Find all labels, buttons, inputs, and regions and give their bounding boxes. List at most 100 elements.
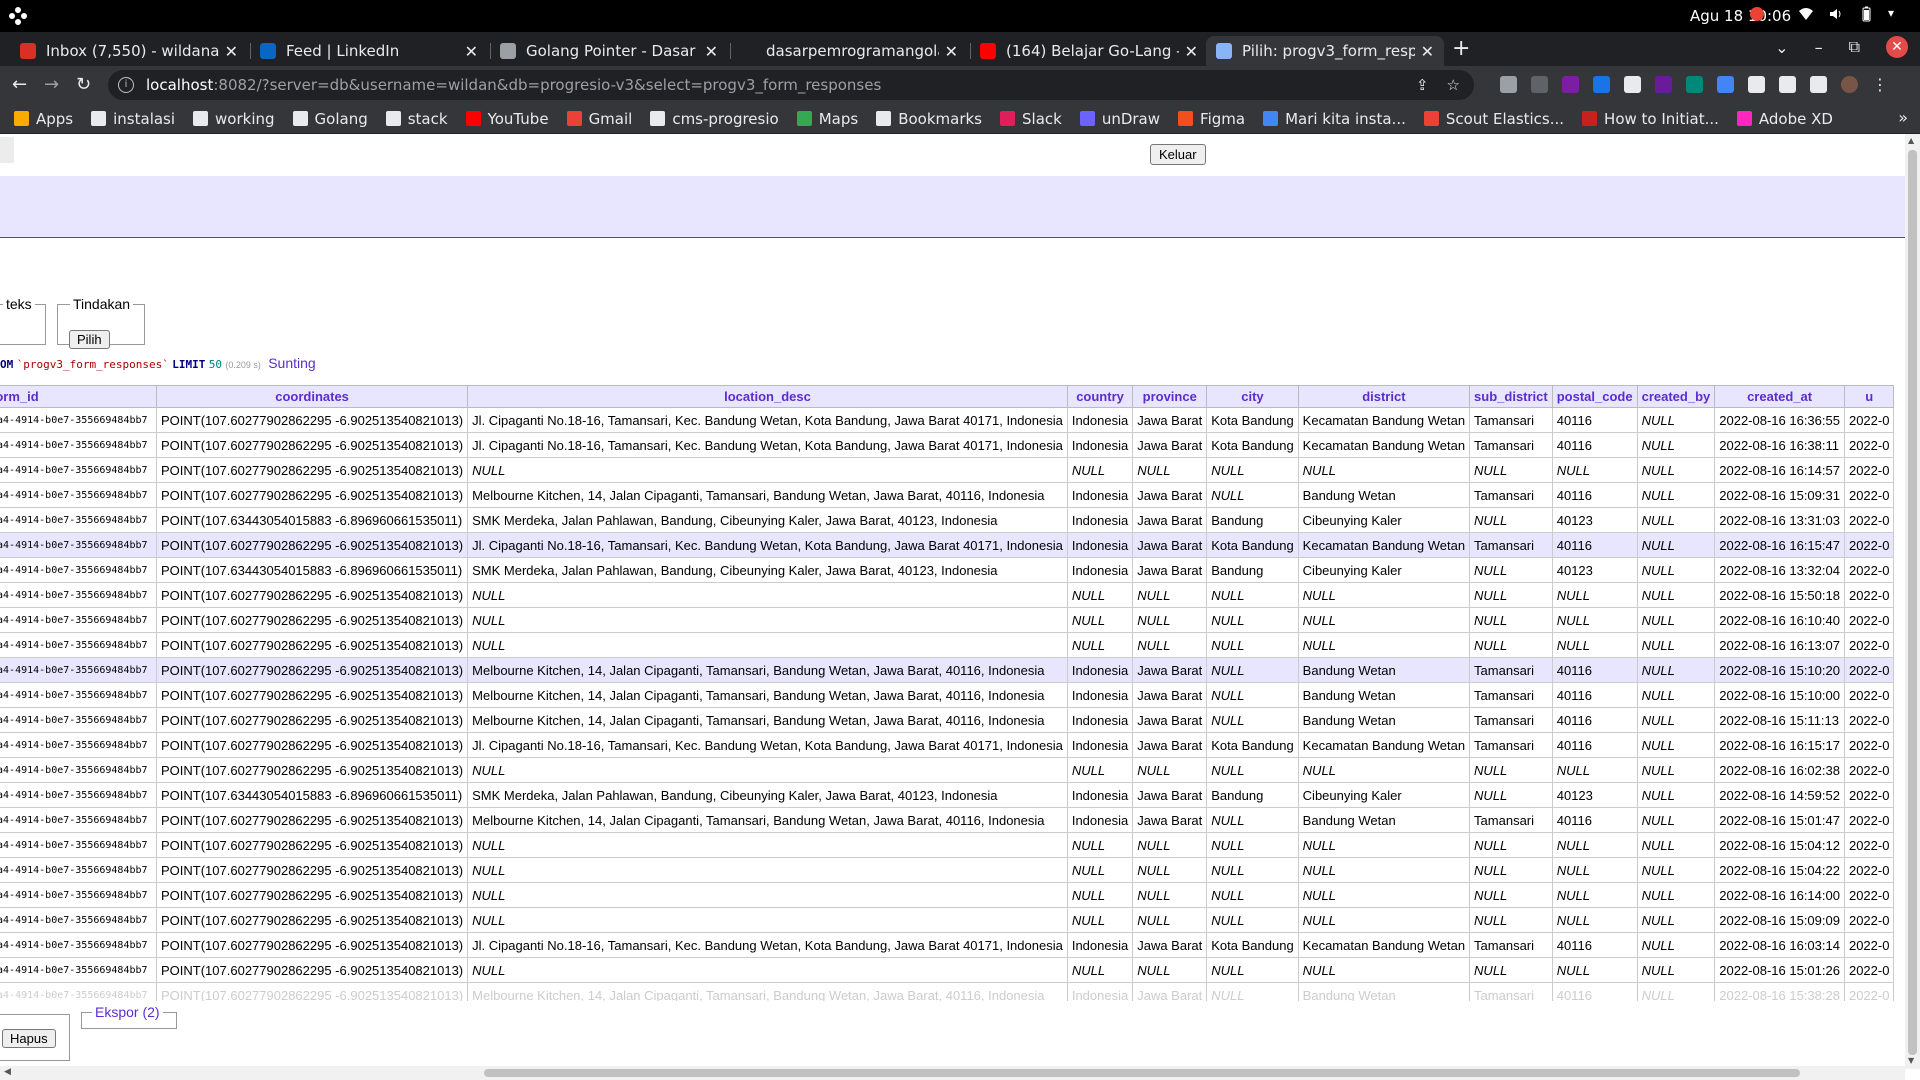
table-cell[interactable]: POINT(107.60277902862295 -6.902513540821…	[155, 707, 469, 733]
table-cell[interactable]: 2022-08-16 15:04:22	[1714, 857, 1845, 883]
table-cell[interactable]: 40116	[1551, 732, 1638, 758]
bookmark-item[interactable]: Adobe XD	[1736, 110, 1833, 128]
table-cell[interactable]: POINT(107.60277902862295 -6.902513540821…	[155, 682, 469, 708]
table-cell[interactable]: NULL	[1206, 857, 1299, 883]
table-cell[interactable]: NULL	[1469, 507, 1553, 533]
table-cell[interactable]: Kota Bandung	[1206, 532, 1299, 558]
table-cell[interactable]: SMK Merdeka, Jalan Pahlawan, Bandung, Ci…	[467, 557, 1068, 583]
table-cell[interactable]: Jawa Barat	[1132, 507, 1208, 533]
table-cell[interactable]: NULL	[1132, 582, 1208, 608]
table-cell[interactable]: 2022-0	[1843, 607, 1895, 633]
table-cell[interactable]: 2022-08-16 15:10:20	[1714, 657, 1845, 683]
table-cell[interactable]: Melbourne Kitchen, 14, Jalan Cipaganti, …	[467, 682, 1068, 708]
table-cell[interactable]: Kecamatan Bandung Wetan	[1297, 932, 1471, 958]
table-cell[interactable]: 2022-0	[1843, 832, 1895, 858]
table-cell[interactable]: NULL	[1636, 607, 1716, 633]
battery-icon[interactable]	[1858, 6, 1874, 22]
table-cell[interactable]: POINT(107.60277902862295 -6.902513540821…	[155, 657, 469, 683]
table-cell[interactable]: 2a4-4914-b0e7-355669484bb7	[0, 607, 157, 633]
delete-button[interactable]: Hapus	[2, 1029, 56, 1048]
table-cell[interactable]: NULL	[1636, 757, 1716, 783]
table-cell[interactable]: POINT(107.60277902862295 -6.902513540821…	[155, 932, 469, 958]
table-cell[interactable]: Indonesia	[1066, 557, 1134, 583]
table-cell[interactable]: Cibeunying Kaler	[1297, 507, 1471, 533]
table-cell[interactable]: NULL	[1636, 457, 1716, 483]
table-cell[interactable]: NULL	[1551, 632, 1638, 658]
bookmark-item[interactable]: How to Initiat...	[1582, 110, 1719, 128]
table-cell[interactable]: NULL	[1551, 907, 1638, 933]
site-info-icon[interactable]: i	[118, 77, 134, 93]
vertical-scrollbar[interactable]: ▲ ▼	[1905, 134, 1920, 1069]
edit-query-link[interactable]: Sunting	[268, 355, 315, 371]
back-button[interactable]: ←	[12, 74, 27, 95]
table-cell[interactable]: Jl. Cipaganti No.18-16, Tamansari, Kec. …	[467, 432, 1068, 458]
table-cell[interactable]: 2a4-4914-b0e7-355669484bb7	[0, 957, 157, 983]
table-cell[interactable]: 2a4-4914-b0e7-355669484bb7	[0, 832, 157, 858]
table-cell[interactable]: Bandung Wetan	[1297, 482, 1471, 508]
table-cell[interactable]: NULL	[1206, 632, 1299, 658]
table-cell[interactable]: 2022-0	[1843, 757, 1895, 783]
table-cell[interactable]: Bandung Wetan	[1297, 707, 1471, 733]
table-cell[interactable]: Indonesia	[1066, 657, 1134, 683]
kebab-menu-icon[interactable]: ⋮	[1872, 76, 1889, 93]
table-cell[interactable]: 2a4-4914-b0e7-355669484bb7	[0, 807, 157, 833]
table-cell[interactable]: Bandung	[1206, 507, 1299, 533]
extension-icon[interactable]	[1717, 76, 1734, 93]
export-link[interactable]: Ekspor (2)	[92, 1004, 163, 1020]
volume-icon[interactable]	[1828, 6, 1844, 22]
table-cell[interactable]: NULL	[467, 632, 1068, 658]
system-tray[interactable]: ▾	[1750, 6, 1900, 22]
extension-icon[interactable]	[1500, 76, 1517, 93]
extension-icon[interactable]	[1655, 76, 1672, 93]
table-cell[interactable]: 2022-0	[1843, 882, 1895, 908]
table-cell[interactable]: Kota Bandung	[1206, 732, 1299, 758]
table-cell[interactable]: Indonesia	[1066, 507, 1134, 533]
table-cell[interactable]: Melbourne Kitchen, 14, Jalan Cipaganti, …	[467, 707, 1068, 733]
table-cell[interactable]: POINT(107.63443054015883 -6.896960661535…	[155, 507, 469, 533]
table-cell[interactable]: Indonesia	[1066, 432, 1134, 458]
column-header-created-at[interactable]: created_at	[1714, 385, 1845, 408]
table-cell[interactable]: NULL	[467, 582, 1068, 608]
table-cell[interactable]: 2022-0	[1843, 907, 1895, 933]
table-cell[interactable]: NULL	[1636, 657, 1716, 683]
extension-icon[interactable]	[1686, 76, 1703, 93]
table-cell[interactable]: Indonesia	[1066, 682, 1134, 708]
table-cell[interactable]: 2a4-4914-b0e7-355669484bb7	[0, 457, 157, 483]
table-cell[interactable]: NULL	[1206, 682, 1299, 708]
table-row[interactable]: 2a4-4914-b0e7-355669484bb7 POINT(107.6027…	[0, 532, 1895, 558]
more-bookmarks-icon[interactable]: »	[1898, 108, 1908, 127]
table-cell[interactable]: NULL	[1551, 832, 1638, 858]
table-cell[interactable]: Indonesia	[1066, 732, 1134, 758]
table-cell[interactable]: Jawa Barat	[1132, 982, 1208, 1001]
table-cell[interactable]: 2022-08-16 15:50:18	[1714, 582, 1845, 608]
table-cell[interactable]: NULL	[1636, 682, 1716, 708]
table-cell[interactable]: NULL	[1206, 882, 1299, 908]
table-cell[interactable]: 2a4-4914-b0e7-355669484bb7	[0, 507, 157, 533]
table-cell[interactable]: 2a4-4914-b0e7-355669484bb7	[0, 932, 157, 958]
table-cell[interactable]: NULL	[1132, 907, 1208, 933]
table-cell[interactable]: 2022-0	[1843, 507, 1895, 533]
table-cell[interactable]: 2022-08-16 16:14:57	[1714, 457, 1845, 483]
table-cell[interactable]: NULL	[467, 907, 1068, 933]
table-cell[interactable]: NULL	[1297, 607, 1471, 633]
bookmark-item[interactable]: YouTube	[465, 110, 549, 128]
tab-golang-pointer[interactable]: Golang Pointer - Dasar Pe ✕	[490, 36, 728, 66]
table-cell[interactable]: NULL	[1066, 907, 1134, 933]
table-cell[interactable]: 40116	[1551, 432, 1638, 458]
table-cell[interactable]: NULL	[1469, 957, 1553, 983]
table-cell[interactable]: NULL	[1636, 507, 1716, 533]
tab-search-icon[interactable]: ⌄	[1775, 38, 1788, 57]
table-cell[interactable]: Indonesia	[1066, 707, 1134, 733]
reading-list-icon[interactable]	[1779, 76, 1796, 93]
table-cell[interactable]: 2022-08-16 14:59:52	[1714, 782, 1845, 808]
close-window-button[interactable]: ✕	[1886, 36, 1908, 58]
table-cell[interactable]: Tamansari	[1469, 482, 1553, 508]
table-cell[interactable]: Jawa Barat	[1132, 807, 1208, 833]
column-header-province[interactable]: province	[1132, 385, 1208, 408]
table-cell[interactable]: Melbourne Kitchen, 14, Jalan Cipaganti, …	[467, 482, 1068, 508]
table-cell[interactable]: POINT(107.60277902862295 -6.902513540821…	[155, 832, 469, 858]
extension-icon[interactable]	[1624, 76, 1641, 93]
table-cell[interactable]: NULL	[1066, 632, 1134, 658]
table-cell[interactable]: NULL	[1132, 832, 1208, 858]
table-cell[interactable]: 40116	[1551, 532, 1638, 558]
